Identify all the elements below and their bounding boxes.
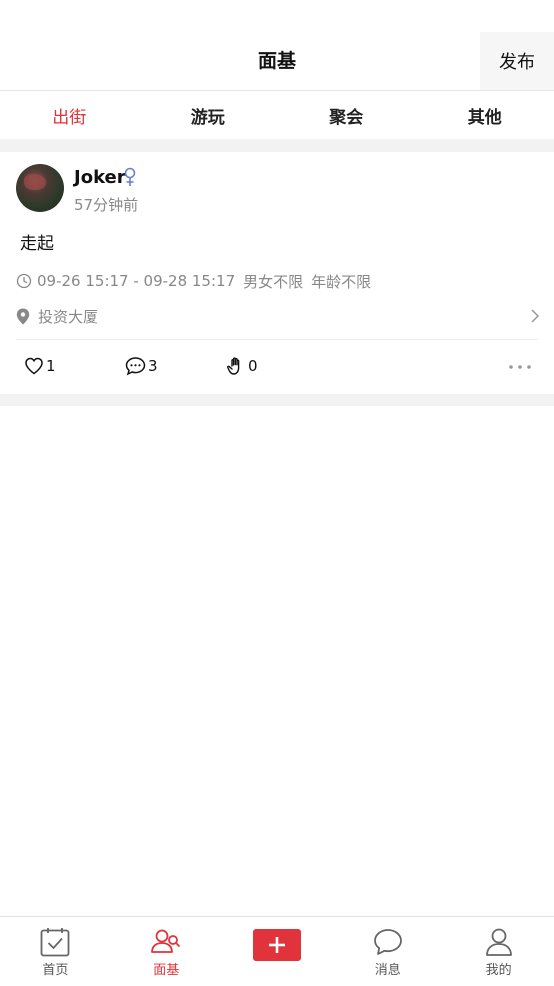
clock-icon bbox=[16, 273, 32, 289]
post-content: 走起 bbox=[20, 234, 54, 254]
bottom-nav: 首页 面基 消息 我的 bbox=[0, 916, 554, 986]
nav-home[interactable]: 首页 bbox=[0, 917, 111, 986]
users-icon bbox=[151, 929, 181, 953]
comment-button[interactable]: 3 bbox=[125, 356, 158, 376]
top-bar: 面基 发布 bbox=[0, 0, 554, 91]
nav-add[interactable] bbox=[222, 917, 333, 986]
section-divider bbox=[0, 139, 554, 152]
location-name: 投资大厦 bbox=[38, 307, 99, 326]
post-card[interactable]: Joker 57分钟前 走起 09-26 15:17 - 09-28 15:17… bbox=[0, 152, 554, 394]
nav-meetup[interactable]: 面基 bbox=[111, 917, 222, 986]
plus-icon bbox=[268, 937, 285, 953]
publish-button[interactable]: 发布 bbox=[480, 32, 554, 90]
heart-icon bbox=[25, 357, 43, 375]
post-time: 57分钟前 bbox=[74, 196, 139, 214]
location-row[interactable]: 投资大厦 bbox=[16, 306, 540, 326]
page-title: 面基 bbox=[257, 50, 296, 72]
avatar[interactable] bbox=[16, 164, 64, 212]
raise-hand-button[interactable]: 0 bbox=[226, 356, 258, 376]
nav-profile-label: 我的 bbox=[485, 963, 512, 978]
nav-profile[interactable]: 我的 bbox=[443, 917, 554, 986]
nav-meetup-label: 面基 bbox=[153, 963, 180, 978]
username[interactable]: Joker bbox=[74, 167, 126, 188]
tab-play[interactable]: 游玩 bbox=[139, 91, 278, 139]
nav-messages[interactable]: 消息 bbox=[332, 917, 443, 986]
user-icon bbox=[485, 928, 512, 956]
nav-messages-label: 消息 bbox=[374, 963, 401, 978]
add-button[interactable] bbox=[252, 929, 301, 961]
divider bbox=[16, 339, 538, 340]
gender-limit: 男女不限 bbox=[243, 272, 304, 291]
location-pin-icon bbox=[16, 308, 30, 324]
tab-outing[interactable]: 出街 bbox=[0, 91, 139, 139]
event-time-range: 09-26 15:17 - 09-28 15:17 bbox=[37, 272, 236, 290]
raise-hand-count: 0 bbox=[248, 357, 258, 375]
tab-party[interactable]: 聚会 bbox=[277, 91, 416, 139]
chat-bubble-icon bbox=[373, 929, 402, 955]
section-divider bbox=[0, 394, 554, 406]
nav-home-label: 首页 bbox=[42, 963, 69, 978]
app-screen: 面基 发布 出街 游玩 聚会 其他 Joker 57分钟前 走起 09-26 1… bbox=[0, 0, 554, 986]
chevron-right-icon bbox=[531, 309, 540, 323]
post-actions: 1 3 0 bbox=[0, 352, 554, 382]
category-tabs: 出街 游玩 聚会 其他 bbox=[0, 91, 554, 139]
age-limit: 年龄不限 bbox=[311, 272, 372, 291]
tab-other[interactable]: 其他 bbox=[416, 91, 554, 139]
more-icon[interactable] bbox=[508, 364, 532, 370]
female-icon bbox=[124, 167, 136, 186]
hand-icon bbox=[227, 357, 240, 375]
calendar-check-icon bbox=[40, 928, 70, 957]
comment-icon bbox=[125, 357, 146, 376]
event-meta: 09-26 15:17 - 09-28 15:17 男女不限 年龄不限 bbox=[16, 271, 371, 291]
comment-count: 3 bbox=[148, 357, 158, 375]
like-button[interactable]: 1 bbox=[24, 356, 56, 376]
like-count: 1 bbox=[46, 357, 56, 375]
